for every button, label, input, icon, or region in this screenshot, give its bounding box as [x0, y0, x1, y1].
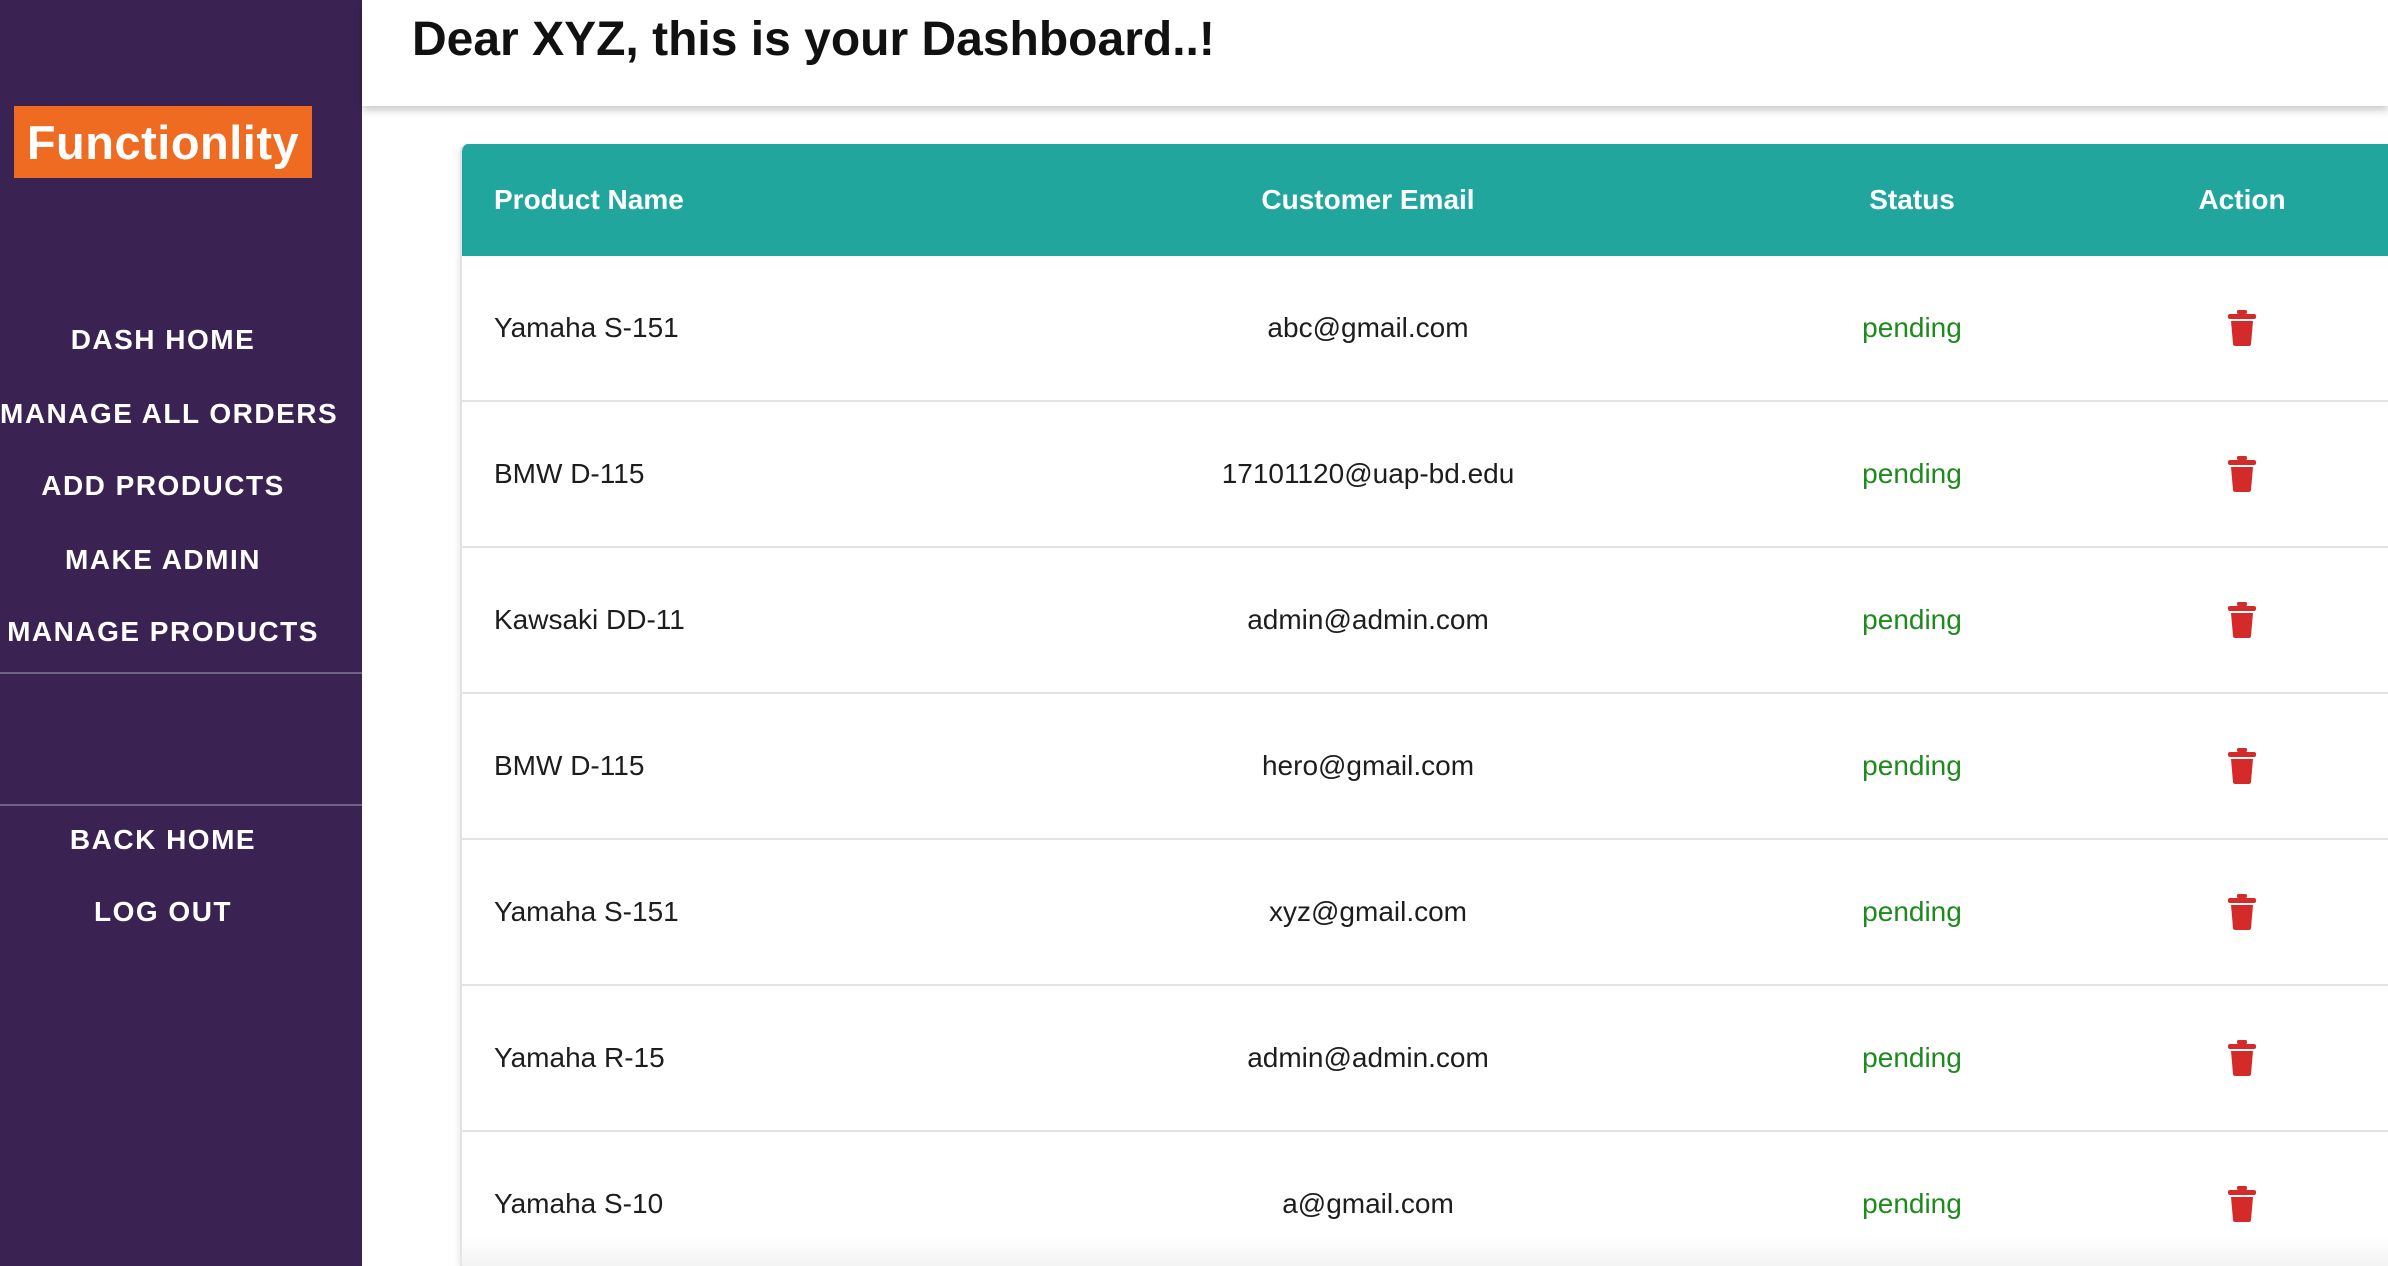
sidebar-divider: [0, 672, 362, 674]
status-cell: pending: [1862, 458, 1962, 489]
delete-button[interactable]: [2222, 548, 2262, 692]
page-title: Dear XYZ, this is your Dashboard..!: [412, 13, 1215, 66]
column-header-customer-email[interactable]: Customer Email: [1261, 144, 1474, 256]
trash-icon: [2228, 1040, 2256, 1076]
delete-button[interactable]: [2222, 402, 2262, 546]
table-row: Yamaha S-151 abc@gmail.com pending: [462, 256, 2388, 402]
orders-table: Product Name Customer Email Status Actio…: [460, 144, 2388, 1266]
sidebar: Functionlity DASH HOME MANAGE ALL ORDERS…: [0, 0, 362, 1266]
trash-icon: [2228, 602, 2256, 638]
nav-back-home[interactable]: BACK HOME: [0, 824, 326, 856]
nav-manage-all-orders[interactable]: MANAGE ALL ORDERS: [0, 398, 337, 430]
customer-email-cell: abc@gmail.com: [1267, 312, 1469, 343]
trash-icon: [2228, 310, 2256, 346]
status-cell: pending: [1862, 896, 1962, 927]
table-row: BMW D-115 hero@gmail.com pending: [462, 694, 2388, 840]
status-cell: pending: [1862, 1188, 1962, 1219]
status-cell: pending: [1862, 312, 1962, 343]
table-row: BMW D-115 17101120@uap-bd.edu pending: [462, 402, 2388, 548]
column-header-product-name[interactable]: Product Name: [494, 144, 684, 256]
table-header: Product Name Customer Email Status Actio…: [462, 144, 2388, 256]
product-name-cell: Yamaha S-10: [494, 1188, 664, 1219]
table-row: Kawsaki DD-11 admin@admin.com pending: [462, 548, 2388, 694]
trash-icon: [2228, 748, 2256, 784]
product-name-cell: Yamaha S-151: [494, 312, 679, 343]
dashboard-app: Functionlity DASH HOME MANAGE ALL ORDERS…: [0, 0, 2388, 1266]
customer-email-cell: a@gmail.com: [1282, 1188, 1454, 1219]
table-row: Yamaha R-15 admin@admin.com pending: [462, 986, 2388, 1132]
product-name-cell: Kawsaki DD-11: [494, 604, 685, 635]
delete-button[interactable]: [2222, 840, 2262, 984]
trash-icon: [2228, 456, 2256, 492]
brand-logo[interactable]: Functionlity: [14, 106, 312, 178]
customer-email-cell: xyz@gmail.com: [1268, 896, 1468, 927]
table-row: Yamaha S-10 a@gmail.com pending: [462, 1132, 2388, 1266]
customer-email-cell: 17101120@uap-bd.edu: [1221, 458, 1515, 489]
delete-button[interactable]: [2222, 694, 2262, 838]
column-header-status[interactable]: Status: [1869, 144, 1955, 256]
status-cell: pending: [1862, 1042, 1962, 1073]
product-name-cell: Yamaha R-15: [494, 1042, 665, 1073]
top-header: Dear XYZ, this is your Dashboard..!: [362, 0, 2388, 106]
status-cell: pending: [1862, 604, 1962, 635]
delete-button[interactable]: [2222, 1132, 2262, 1266]
product-name-cell: BMW D-115: [494, 750, 645, 781]
nav-manage-products[interactable]: MANAGE PRODUCTS: [0, 616, 326, 648]
customer-email-cell: admin@admin.com: [1247, 1042, 1489, 1073]
nav-dash-home[interactable]: DASH HOME: [0, 324, 326, 356]
customer-email-cell: hero@gmail.com: [1261, 750, 1475, 781]
nav-log-out[interactable]: LOG OUT: [0, 896, 326, 928]
nav-make-admin[interactable]: MAKE ADMIN: [0, 544, 326, 576]
delete-button[interactable]: [2222, 256, 2262, 400]
sidebar-divider: [0, 804, 362, 806]
product-name-cell: Yamaha S-151: [494, 896, 679, 927]
trash-icon: [2228, 1186, 2256, 1222]
status-cell: pending: [1862, 750, 1962, 781]
column-header-action[interactable]: Action: [2198, 144, 2285, 256]
customer-email-cell: admin@admin.com: [1247, 604, 1489, 635]
delete-button[interactable]: [2222, 986, 2262, 1130]
table-row: Yamaha S-151 xyz@gmail.com pending: [462, 840, 2388, 986]
nav-add-products[interactable]: ADD PRODUCTS: [0, 470, 326, 502]
product-name-cell: BMW D-115: [494, 458, 645, 489]
trash-icon: [2228, 894, 2256, 930]
